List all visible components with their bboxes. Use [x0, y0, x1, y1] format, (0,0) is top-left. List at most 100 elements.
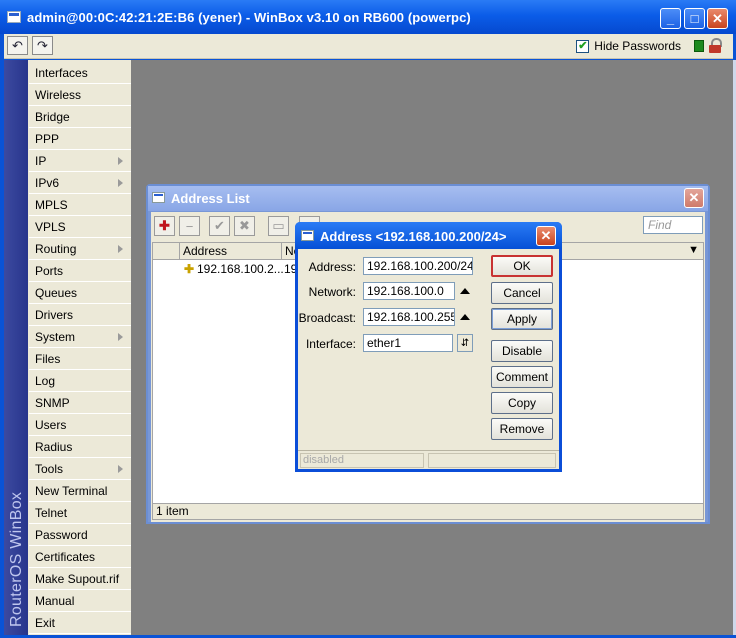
sidebar-item-exit[interactable]: Exit [29, 612, 131, 634]
sidebar-menu: RouterOS WinBox Interfaces Wireless Bridge… [4, 60, 131, 635]
address-dialog-titlebar[interactable]: Address <192.168.100.200/24> ✕ [295, 222, 562, 249]
hide-passwords-toggle[interactable]: ✔ Hide Passwords [576, 39, 681, 53]
sidebar-item-ports[interactable]: Ports [29, 260, 131, 282]
sidebar-item-routing[interactable]: Routing [29, 238, 131, 260]
window-icon [7, 11, 21, 23]
sidebar-item-label: MPLS [35, 198, 68, 212]
row-address: 192.168.100.2... [197, 262, 284, 276]
sidebar-item-label: Users [35, 418, 67, 432]
sidebar-item-label: Manual [35, 594, 75, 608]
sidebar-item-label: Certificates [35, 550, 96, 564]
sidebar-item-files[interactable]: Files [29, 348, 131, 370]
connection-status-icon [694, 40, 704, 52]
network-collapse-icon[interactable] [460, 288, 470, 294]
address-list-titlebar[interactable]: Address List ✕ [148, 186, 708, 211]
sidebar-item-certificates[interactable]: Certificates [29, 546, 131, 568]
comment-button[interactable]: Comment [491, 366, 553, 388]
interface-label: Interface: [305, 337, 356, 351]
column-dropdown-icon[interactable]: ▼ [688, 244, 699, 256]
sidebar-item-label: Make Supout.rif [35, 572, 120, 586]
sidebar-item-ppp[interactable]: PPP [29, 128, 131, 150]
minimize-button[interactable]: _ [660, 8, 681, 29]
sidebar-item-label: Wireless [35, 88, 82, 102]
submenu-arrow-icon [118, 333, 123, 341]
address-list-close-button[interactable]: ✕ [684, 188, 704, 208]
dialog-close-button[interactable]: ✕ [536, 226, 556, 246]
interface-dropdown-icon[interactable]: ⇵ [457, 334, 473, 352]
find-input[interactable]: Find [643, 216, 703, 234]
broadcast-field[interactable]: 192.168.100.255 [363, 308, 455, 326]
address-dialog-title: Address <192.168.100.200/24> [320, 229, 507, 244]
address-dialog-body: Address: 192.168.100.200/24 Network: 192… [298, 249, 559, 469]
sidebar-item-log[interactable]: Log [29, 370, 131, 392]
dynamic-address-icon: ✚ [184, 262, 195, 276]
sidebar-item-drivers[interactable]: Drivers [29, 304, 131, 326]
broadcast-collapse-icon[interactable] [460, 314, 470, 320]
main-toolbar: ↶ ↷ ✔ Hide Passwords [4, 34, 733, 59]
remove-icon[interactable]: − [179, 216, 200, 236]
sidebar-item-ipv6[interactable]: IPv6 [29, 172, 131, 194]
status-cell [428, 453, 556, 468]
broadcast-label: Broadcast: [298, 311, 356, 325]
network-field[interactable]: 192.168.100.0 [363, 282, 455, 300]
maximize-button[interactable]: □ [684, 8, 705, 29]
sidebar-item-interfaces[interactable]: Interfaces [29, 62, 131, 84]
sidebar-item-manual[interactable]: Manual [29, 590, 131, 612]
sidebar-item-telnet[interactable]: Telnet [29, 502, 131, 524]
sidebar-item-label: Bridge [35, 110, 70, 124]
column-address[interactable]: Address [180, 243, 282, 259]
sidebar-item-label: IPv6 [35, 176, 60, 190]
enabled-status: disabled [300, 453, 424, 468]
submenu-arrow-icon [118, 465, 123, 473]
sidebar-item-vpls[interactable]: VPLS [29, 216, 131, 238]
sidebar-item-new-terminal[interactable]: New Terminal [29, 480, 131, 502]
dialog-status-bar: disabled [298, 450, 559, 469]
apply-button[interactable]: Apply [491, 308, 553, 330]
redo-icon[interactable]: ↷ [32, 36, 53, 55]
undo-icon[interactable]: ↶ [7, 36, 28, 55]
sidebar-item-label: Routing [35, 242, 77, 256]
sidebar-item-label: Log [35, 374, 56, 388]
comment-icon[interactable]: ▭ [268, 216, 289, 236]
sidebar-item-snmp[interactable]: SNMP [29, 392, 131, 414]
sidebar-item-label: Tools [35, 462, 64, 476]
window-title: admin@00:0C:42:21:2E:B6 (yener) - WinBox… [27, 10, 471, 25]
remove-button[interactable]: Remove [491, 418, 553, 440]
sidebar-item-password[interactable]: Password [29, 524, 131, 546]
submenu-arrow-icon [118, 157, 123, 165]
network-label: Network: [308, 285, 356, 299]
window-icon [301, 230, 314, 241]
sidebar-item-mpls[interactable]: MPLS [29, 194, 131, 216]
sidebar-item-ip[interactable]: IP [29, 150, 131, 172]
lock-icon [708, 38, 722, 54]
sidebar-item-wireless[interactable]: Wireless [29, 84, 131, 106]
sidebar-item-label: Queues [35, 286, 78, 300]
submenu-arrow-icon [118, 245, 123, 253]
sidebar-item-label: Password [35, 528, 88, 542]
address-list-title: Address List [171, 191, 250, 206]
copy-button[interactable]: Copy [491, 392, 553, 414]
enable-icon[interactable]: ✔ [209, 216, 230, 236]
hide-passwords-checkbox[interactable]: ✔ [576, 39, 590, 53]
sidebar-item-users[interactable]: Users [29, 414, 131, 436]
disable-icon[interactable]: ✖ [234, 216, 255, 236]
sidebar-item-tools[interactable]: Tools [29, 458, 131, 480]
sidebar-item-bridge[interactable]: Bridge [29, 106, 131, 128]
cancel-button[interactable]: Cancel [491, 282, 553, 304]
sidebar-item-make-supout-rif[interactable]: Make Supout.rif [29, 568, 131, 590]
hide-passwords-label: Hide Passwords [594, 39, 681, 53]
ok-button[interactable]: OK [491, 255, 553, 277]
interface-select[interactable]: ether1 [363, 334, 453, 352]
sidebar-item-label: VPLS [35, 220, 66, 234]
sidebar-item-queues[interactable]: Queues [29, 282, 131, 304]
sidebar-item-radius[interactable]: Radius [29, 436, 131, 458]
address-field[interactable]: 192.168.100.200/24 [363, 257, 473, 275]
disable-button[interactable]: Disable [491, 340, 553, 362]
title-bar[interactable]: admin@00:0C:42:21:2E:B6 (yener) - WinBox… [0, 0, 736, 34]
address-dialog: Address <192.168.100.200/24> ✕ Address: … [295, 222, 562, 472]
add-icon[interactable]: ✚ [154, 216, 175, 236]
submenu-arrow-icon [118, 179, 123, 187]
sidebar-item-system[interactable]: System [29, 326, 131, 348]
sidebar-item-label: PPP [35, 132, 60, 146]
close-button[interactable]: ✕ [707, 8, 728, 29]
